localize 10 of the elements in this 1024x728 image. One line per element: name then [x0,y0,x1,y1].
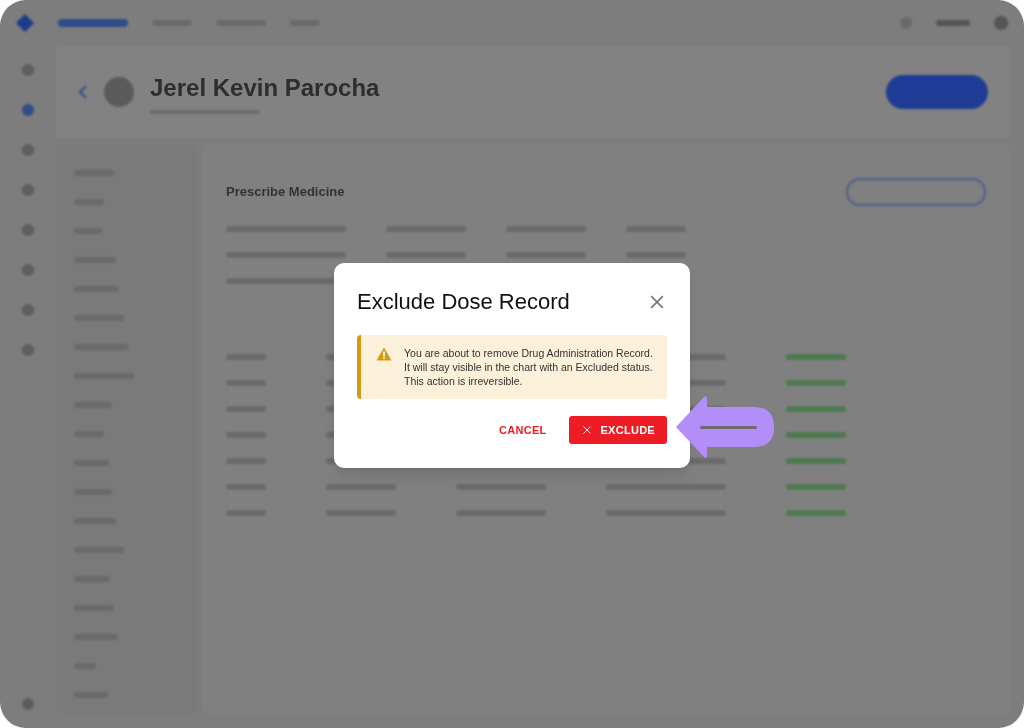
patient-name: Jerel Kevin Parocha [150,73,380,103]
pointer-arrow-icon [676,394,775,460]
warning-icon [376,347,392,361]
alert-message: You are about to remove Drug Administration Record. It will stay visible in the chart with an Excluded status. This action is irreversible. [404,346,653,388]
dialog-title: Exclude Dose Record [357,288,570,316]
cancel-button[interactable]: CANCEL [487,416,559,444]
section-title: Prescribe Medicine [226,183,345,202]
exclude-button[interactable]: EXCLUDE [568,416,667,444]
close-icon [580,424,593,436]
logo-icon [16,14,34,32]
